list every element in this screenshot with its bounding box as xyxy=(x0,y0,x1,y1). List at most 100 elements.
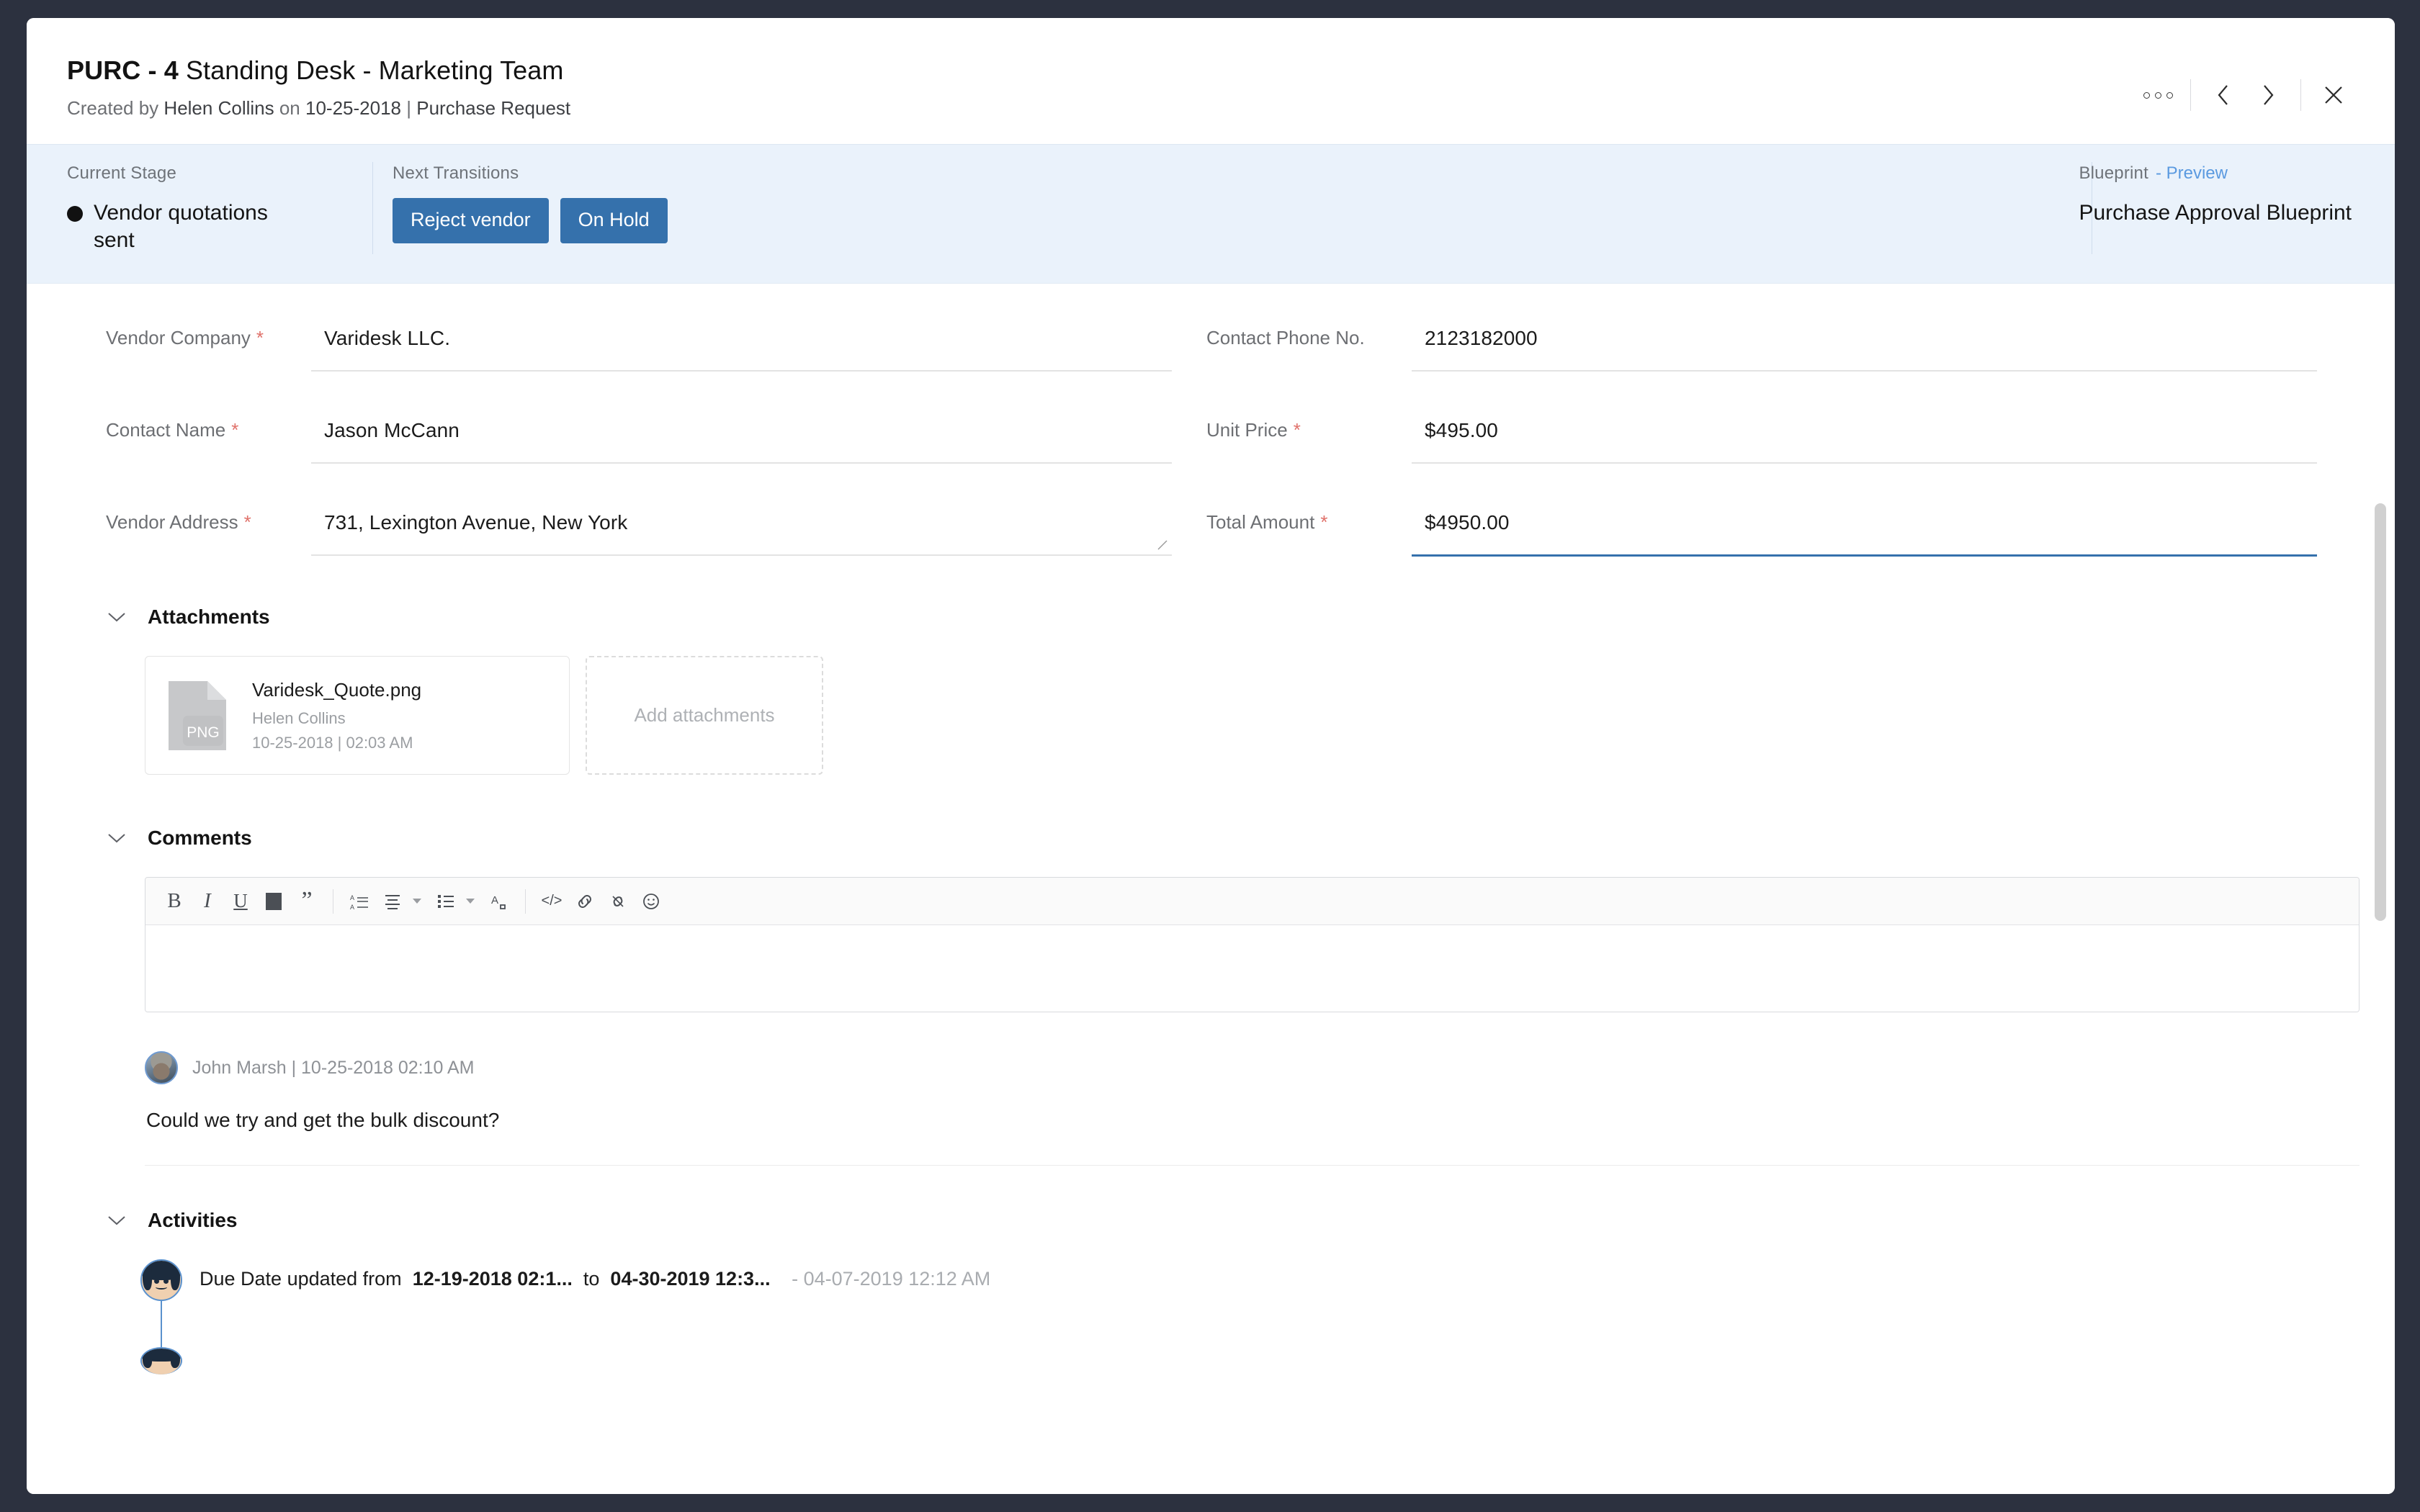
activities-section-header[interactable]: Activities xyxy=(27,1209,2395,1232)
field-input[interactable]: 2123182000 xyxy=(1412,323,2317,372)
font-color-icon[interactable] xyxy=(258,886,290,917)
activity-from-value: 12-19-2018 02:1... xyxy=(413,1268,573,1290)
line-height-icon[interactable]: A A xyxy=(344,886,375,917)
reject-vendor-button[interactable]: Reject vendor xyxy=(393,198,549,243)
attachment-meta: Varidesk_Quote.png Helen Collins 10-25-2… xyxy=(252,679,421,752)
underline-icon[interactable]: U xyxy=(225,886,256,917)
comments-title: Comments xyxy=(148,827,252,850)
chevron-down-icon[interactable] xyxy=(106,606,127,628)
comment-separator: | xyxy=(292,1058,297,1078)
module-name: Purchase Request xyxy=(416,97,570,119)
next-transitions-label: Next Transitions xyxy=(393,163,668,184)
field-contact-phone: Contact Phone No. 2123182000 xyxy=(1206,323,2317,372)
align-icon[interactable] xyxy=(377,886,408,917)
comment-input[interactable] xyxy=(145,925,2359,1012)
field-input[interactable]: $495.00 xyxy=(1412,415,2317,464)
italic-icon[interactable]: I xyxy=(192,886,223,917)
field-vendor-address: Vendor Address* 731, Lexington Avenue, N… xyxy=(106,507,1172,556)
record-subtitle: Created by Helen Collins on 10-25-2018 |… xyxy=(67,97,2395,120)
comments-section-header[interactable]: Comments xyxy=(27,827,2395,850)
bullet-list-icon[interactable] xyxy=(430,886,462,917)
blueprint-name: Purchase Approval Blueprint xyxy=(2079,201,2352,225)
required-marker: * xyxy=(231,419,238,441)
field-value: Varidesk LLC. xyxy=(324,327,1172,351)
body-scrollbar[interactable] xyxy=(2375,284,2386,1494)
svg-text:A: A xyxy=(350,904,354,911)
comment-meta: John Marsh | 10-25-2018 02:10 AM xyxy=(192,1058,475,1079)
current-stage-label: Current Stage xyxy=(67,163,305,184)
record-detail-modal: PURC - 4 Standing Desk - Marketing Team … xyxy=(27,18,2395,1494)
current-stage-block: Current Stage Vendor quotations sent xyxy=(67,163,305,253)
record-id: PURC - 4 xyxy=(67,55,179,85)
attachments-title: Attachments xyxy=(148,606,270,629)
blueprint-label: Blueprint xyxy=(2079,163,2148,184)
current-stage-value: Vendor quotations sent xyxy=(94,199,274,253)
field-input[interactable]: Varidesk LLC. xyxy=(311,323,1172,372)
activity-row-partial xyxy=(27,1347,2395,1374)
on-hold-button[interactable]: On Hold xyxy=(560,198,668,243)
record-name: Standing Desk - Marketing Team xyxy=(186,55,564,85)
blueprint-info-block: Blueprint - Preview Purchase Approval Bl… xyxy=(2079,163,2352,225)
add-attachments-button[interactable]: Add attachments xyxy=(586,656,823,775)
created-date: 10-25-2018 xyxy=(305,97,401,119)
close-icon[interactable] xyxy=(2311,78,2356,112)
emoji-icon[interactable] xyxy=(635,886,667,917)
attachment-owner: Helen Collins xyxy=(252,709,421,728)
chevron-down-icon[interactable] xyxy=(106,827,127,849)
toolbar-divider-2 xyxy=(525,889,526,914)
field-unit-price: Unit Price* $495.00 xyxy=(1206,415,2317,464)
comment-author: John Marsh xyxy=(192,1058,287,1078)
modal-header: PURC - 4 Standing Desk - Marketing Team … xyxy=(27,18,2395,144)
link-icon[interactable] xyxy=(569,886,601,917)
required-marker: * xyxy=(256,327,264,348)
modal-body: Vendor Company* Varidesk LLC. Contact Na… xyxy=(27,284,2395,1494)
record-form: Vendor Company* Varidesk LLC. Contact Na… xyxy=(27,284,2395,600)
created-by-user: Helen Collins xyxy=(163,97,274,119)
field-label: Vendor Address* xyxy=(106,507,311,534)
field-value: Jason McCann xyxy=(324,419,1172,444)
field-label: Unit Price* xyxy=(1206,415,1412,441)
more-options-icon[interactable] xyxy=(2136,78,2180,112)
form-column-right: Contact Phone No. 2123182000 Unit Price*… xyxy=(1172,323,2317,600)
blueprint-preview-link[interactable]: - Preview xyxy=(2156,163,2228,184)
activity-text: Due Date updated from 12-19-2018 02:1...… xyxy=(200,1259,990,1301)
field-label: Contact Name* xyxy=(106,415,311,441)
field-value: $4950.00 xyxy=(1425,511,2317,536)
chevron-down-icon[interactable] xyxy=(106,1210,127,1231)
svg-text:PNG: PNG xyxy=(187,724,220,741)
field-input[interactable]: Jason McCann xyxy=(311,415,1172,464)
editor-toolbar: B I U ” A A xyxy=(145,878,2359,925)
list-dropdown-icon[interactable] xyxy=(463,886,478,917)
field-label: Vendor Company* xyxy=(106,323,311,349)
blockquote-icon[interactable]: ” xyxy=(291,886,323,917)
attachment-card[interactable]: PNG Varidesk_Quote.png Helen Collins 10-… xyxy=(145,656,570,775)
comment-timestamp: 10-25-2018 02:10 AM xyxy=(301,1058,474,1078)
clear-format-icon[interactable]: A xyxy=(483,886,515,917)
resize-handle-icon[interactable] xyxy=(1156,539,1169,552)
activities-title: Activities xyxy=(148,1209,238,1232)
svg-text:A: A xyxy=(350,894,354,901)
next-record-icon[interactable] xyxy=(2246,78,2290,112)
code-icon[interactable]: </> xyxy=(536,886,568,917)
align-dropdown-icon[interactable] xyxy=(410,886,424,917)
stage-dot-icon xyxy=(67,206,83,222)
field-value: 731, Lexington Avenue, New York xyxy=(324,511,1172,536)
attachments-section-header[interactable]: Attachments xyxy=(27,606,2395,629)
comment-text: Could we try and get the bulk discount? xyxy=(146,1109,2395,1132)
field-value: 2123182000 xyxy=(1425,327,2317,351)
required-marker: * xyxy=(1320,511,1327,533)
activity-row: Due Date updated from 12-19-2018 02:1...… xyxy=(27,1259,2395,1301)
field-textarea[interactable]: 731, Lexington Avenue, New York xyxy=(311,507,1172,556)
unlink-icon[interactable] xyxy=(602,886,634,917)
bold-icon[interactable]: B xyxy=(158,886,190,917)
previous-record-icon[interactable] xyxy=(2201,78,2246,112)
activity-to-value: 04-30-2019 12:3... xyxy=(610,1268,770,1290)
activity-timestamp: - 04-07-2019 12:12 AM xyxy=(792,1268,990,1290)
created-on-prefix: on xyxy=(279,97,300,119)
scrollbar-thumb[interactable] xyxy=(2375,503,2386,921)
field-input-focused[interactable]: $4950.00 xyxy=(1412,507,2317,557)
comment-divider xyxy=(145,1165,2360,1166)
avatar xyxy=(145,1051,178,1084)
activity-mid: to xyxy=(583,1268,600,1290)
subtitle-separator: | xyxy=(406,97,411,119)
